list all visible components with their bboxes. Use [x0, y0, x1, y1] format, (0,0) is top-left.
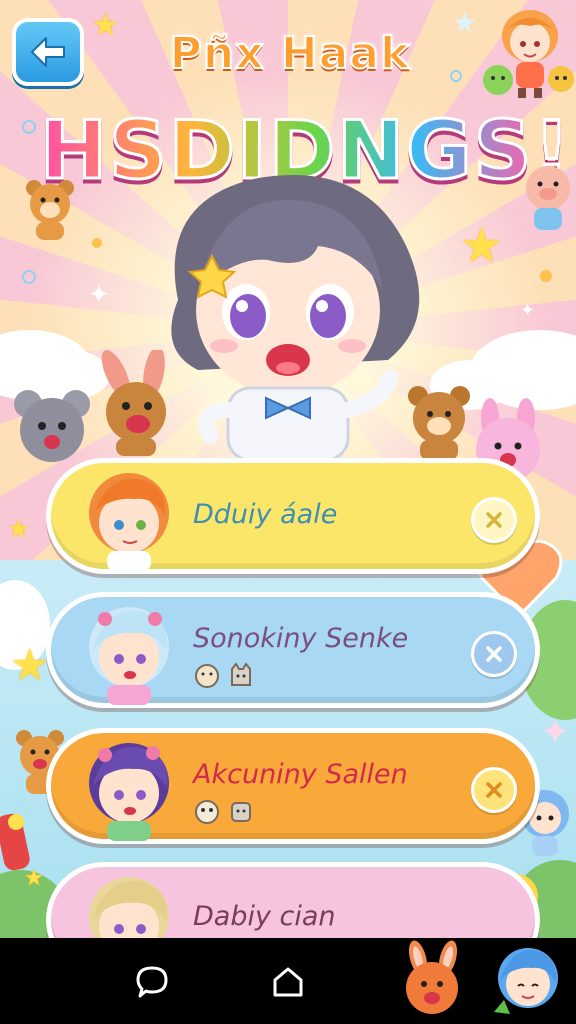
bubble-dot	[22, 120, 36, 134]
sparkle-icon: ✦	[520, 300, 536, 321]
back-button[interactable]	[12, 18, 84, 86]
bubble-dot	[22, 270, 36, 284]
navigation-bar	[0, 938, 576, 1024]
remove-contact-button[interactable]	[471, 767, 517, 813]
robot-sticker-icon	[231, 802, 251, 822]
contact-card[interactable]: Dabiy cian	[46, 862, 540, 938]
close-icon	[486, 512, 502, 528]
bubble-dot	[92, 238, 102, 248]
teddy-bear-mascot	[408, 386, 470, 460]
bubble-dot	[540, 270, 552, 282]
app-title: Pñx Haak	[169, 27, 411, 80]
home-icon	[273, 967, 303, 997]
piglet-mascot	[526, 166, 570, 230]
star-icon: ★	[10, 640, 50, 691]
bunny-mascot-icon	[406, 940, 458, 1014]
contact-sticker-list	[193, 797, 255, 825]
bunny-mascot	[101, 350, 166, 456]
app-screen: ★ ★ ★ ✦ ✦ ★ ★ ✦ ★ Pñx Haak HSDIDNGS! Ddu…	[0, 0, 576, 938]
contact-avatar	[89, 877, 169, 938]
mouse-mascot	[14, 390, 90, 462]
contact-name: Akcuniny Sallen	[193, 759, 408, 790]
nav-profile-button[interactable]	[488, 942, 568, 1022]
chat-bubble-icon	[136, 966, 168, 998]
nav-home-button[interactable]	[256, 950, 320, 1014]
close-icon	[486, 782, 502, 798]
green-critter-mascot	[483, 65, 513, 95]
sparkle-icon: ★	[452, 6, 478, 39]
sparkle-icon: ✦	[540, 712, 571, 753]
sparkle-icon: ✦	[88, 280, 110, 310]
hero-character	[171, 175, 420, 460]
contact-card[interactable]: Dduiy áale	[46, 458, 540, 574]
close-icon	[486, 646, 502, 662]
star-icon: ★	[92, 8, 119, 43]
contact-name: Sonokiny Senke	[193, 623, 409, 654]
star-icon: ★	[8, 515, 30, 543]
contact-card[interactable]: Akcuniny Sallen	[46, 728, 540, 844]
yellow-critter-mascot	[548, 66, 574, 92]
contact-name: Dabiy cian	[193, 901, 336, 932]
toy-rocket-icon	[0, 813, 30, 871]
nav-bunny-button[interactable]	[394, 940, 470, 1018]
nav-chat-button[interactable]	[120, 950, 184, 1014]
contact-name: Dduiy áale	[193, 499, 338, 530]
contact-avatar	[89, 743, 169, 841]
cat-sticker-icon	[231, 662, 251, 686]
contact-avatar	[89, 607, 169, 705]
star-icon: ★	[460, 218, 504, 274]
bear-mascot	[26, 180, 74, 240]
owl-sticker-icon	[195, 800, 219, 824]
remove-contact-button[interactable]	[471, 497, 517, 543]
contact-card[interactable]: Sonokiny Senke	[46, 592, 540, 708]
remove-contact-button[interactable]	[471, 631, 517, 677]
contact-sticker-list	[193, 661, 255, 689]
bubble-dot	[450, 70, 462, 82]
bear-sticker-icon	[195, 664, 219, 688]
blue-hair-avatar-icon	[494, 948, 558, 1014]
arrow-left-icon	[31, 37, 65, 67]
contact-avatar	[89, 473, 169, 571]
